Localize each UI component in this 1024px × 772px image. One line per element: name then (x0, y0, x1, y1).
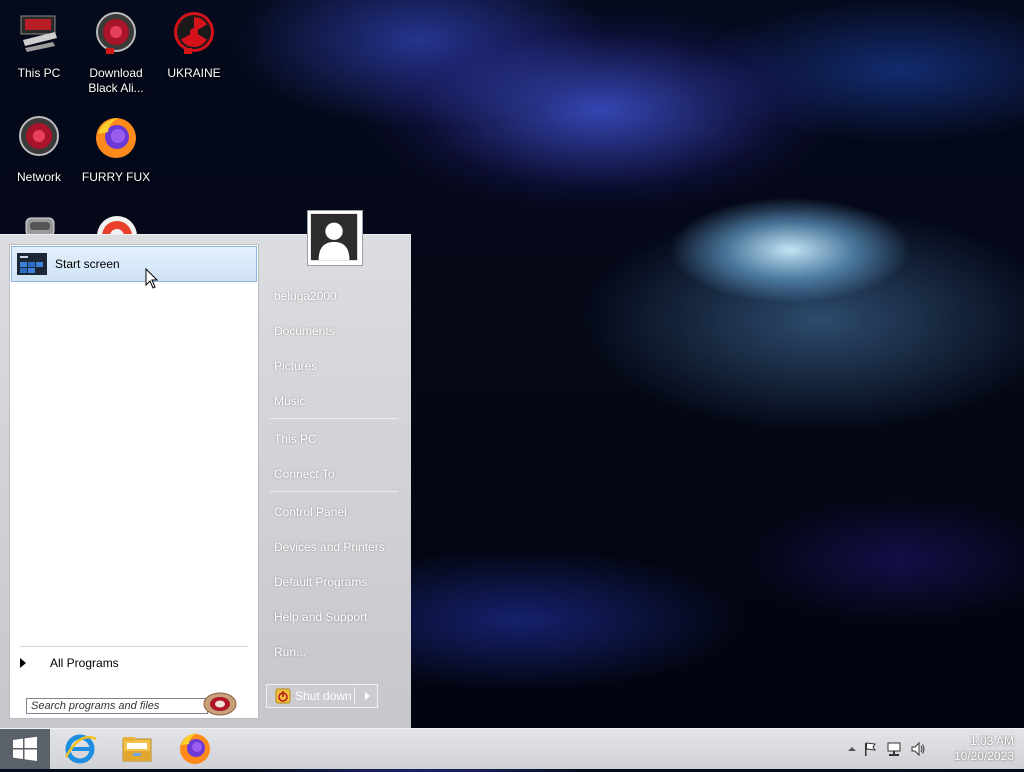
taskbar: 1:03 AM 10/20/2023 (0, 728, 1024, 769)
shut-down-label: Shut down (295, 689, 352, 703)
desktop-icon-label: UKRAINE (167, 66, 221, 80)
mouse-cursor-icon (145, 268, 159, 289)
all-programs-label: All Programs (50, 656, 119, 670)
desktop-icon-label: FURRY FUX (81, 170, 151, 184)
desktop-icon-network[interactable]: Network (3, 114, 75, 185)
arrow-right-icon (20, 658, 26, 668)
internet-explorer-icon[interactable] (62, 731, 98, 767)
clock[interactable]: 1:03 AM 10/20/2023 (934, 734, 1014, 764)
desktop-icon-download-black-alien[interactable]: Download Black Ali... (80, 10, 152, 96)
run-link[interactable]: Run... (274, 645, 306, 659)
drive-icon[interactable] (22, 216, 58, 236)
shutdown-icon (275, 688, 291, 704)
start-screen-label: Start screen (55, 257, 120, 271)
divider (354, 687, 355, 705)
all-programs-button[interactable]: All Programs (18, 651, 250, 675)
start-screen-icon (17, 253, 47, 275)
clock-time: 1:03 AM (969, 734, 1014, 748)
user-picture[interactable] (307, 210, 363, 266)
desktop-icon-furry-fux[interactable]: FURRY FUX (80, 114, 152, 185)
desktop-icon-this-pc[interactable]: This PC (3, 10, 75, 81)
show-hidden-icons-chevron-icon[interactable] (844, 741, 860, 757)
desktop-icon-ukraine[interactable]: UKRAINE (158, 10, 230, 81)
network-icon (19, 116, 59, 156)
music-link[interactable]: Music (274, 394, 305, 408)
this-pc-icon (20, 15, 57, 52)
documents-link[interactable]: Documents (274, 324, 335, 338)
search-icon[interactable] (202, 691, 238, 717)
help-and-support-link[interactable]: Help and Support (274, 610, 367, 624)
user-name-link[interactable]: beluga2000 (274, 289, 337, 303)
action-center-flag-icon[interactable] (862, 741, 878, 757)
desktop-icon-label: This PC (17, 66, 61, 80)
start-screen-item[interactable]: Start screen (11, 246, 257, 282)
start-button[interactable] (0, 729, 50, 769)
download-black-alien-icon (96, 12, 136, 54)
control-panel-link[interactable]: Control Panel (274, 505, 347, 519)
clock-date: 10/20/2023 (953, 749, 1014, 763)
shutdown-options-arrow-icon[interactable] (365, 692, 370, 700)
this-pc-link[interactable]: This PC (274, 432, 317, 446)
search-input[interactable] (26, 698, 208, 714)
volume-icon[interactable] (910, 741, 926, 757)
devices-and-printers-link[interactable]: Devices and Printers (274, 540, 385, 554)
system-tray: 1:03 AM 10/20/2023 (844, 729, 1024, 769)
radiation-icon (174, 12, 214, 54)
windows-logo-icon (13, 736, 37, 761)
desktop-icon-label: Network (16, 170, 61, 184)
programs-pane: Start screen All Programs (9, 244, 259, 719)
shut-down-button[interactable]: Shut down (266, 684, 378, 708)
start-menu: Start screen All Programs beluga2000 Doc… (0, 234, 411, 729)
firefox-icon[interactable] (177, 731, 213, 767)
network-icon[interactable] (886, 741, 902, 757)
user-avatar-icon (310, 213, 358, 261)
divider (270, 491, 398, 492)
file-explorer-icon[interactable] (119, 731, 155, 767)
divider (270, 418, 398, 419)
firefox-icon (96, 118, 136, 158)
pictures-link[interactable]: Pictures (274, 359, 317, 373)
divider (20, 646, 248, 647)
default-programs-link[interactable]: Default Programs (274, 575, 367, 589)
desktop-icon-label: Download Black Ali... (88, 66, 144, 95)
app-icon[interactable] (94, 214, 140, 236)
connect-to-link[interactable]: Connect To (274, 467, 335, 481)
